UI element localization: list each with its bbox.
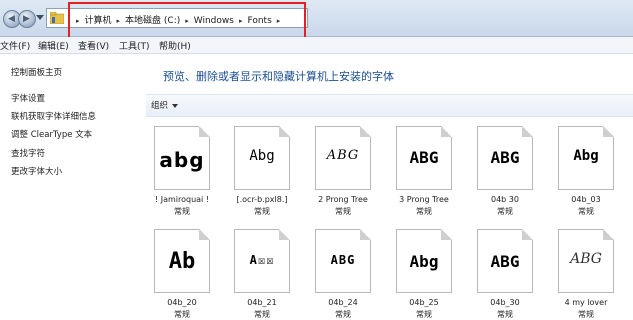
font-name: 04b_24 [328, 298, 358, 307]
font-name: 04b 30 [491, 195, 519, 204]
font-item[interactable]: ABG 3 Prong Tree 常规 [392, 126, 456, 216]
font-item[interactable]: Abg 04b_03 常规 [554, 126, 618, 216]
back-arrow-icon: ◀ [8, 14, 15, 24]
font-style: 常规 [497, 310, 513, 319]
address-bar: ◀ ▶ ▸ 计算机 ▸ 本地磁盘 (C:) ▸ Windows ▸ Fonts ▸ [0, 0, 633, 42]
menu-bar: 文件(F) 编辑(E) 查看(V) 工具(T) 帮助(H) [0, 37, 633, 54]
font-preview: Abg [249, 148, 275, 164]
main-pane: 预览、删除或者显示和隐藏计算机上安装的字体 组织 abg ! Jamiroqua… [146, 54, 633, 319]
font-preview: ABG [490, 148, 520, 167]
font-item[interactable]: ABG 04b_30 常规 [473, 229, 537, 319]
font-preview: ABG [330, 253, 356, 267]
get-font-info-online-link[interactable]: 联机获取字体详细信息 [11, 110, 96, 122]
font-preview: ABG [570, 251, 602, 267]
font-name: ! Jamiroquai ! [154, 195, 210, 204]
organize-label: 组织 [151, 101, 169, 111]
font-name: 04b_03 [571, 195, 601, 204]
menu-help[interactable]: 帮助(H) [159, 39, 191, 52]
font-name: [.ocr-b.pxl8.] [236, 195, 288, 204]
organize-button[interactable]: 组织 [151, 99, 179, 111]
font-style: 常规 [335, 310, 351, 319]
menu-edit[interactable]: 编辑(E) [38, 39, 69, 52]
control-panel-home-link[interactable]: 控制面板主页 [11, 66, 62, 78]
font-item[interactable]: Abg 04b_25 常规 [392, 229, 456, 319]
font-preview: ABG [490, 252, 520, 271]
menu-view[interactable]: 查看(V) [78, 39, 109, 52]
font-preview: Abg [573, 148, 599, 164]
font-item[interactable]: ABG 4 my lover 常规 [554, 229, 618, 319]
font-preview: Ab [168, 249, 196, 274]
font-style: 常规 [578, 310, 594, 319]
font-preview: ABG [409, 148, 439, 167]
font-preview: abg [159, 148, 205, 172]
adjust-cleartype-link[interactable]: 调整 ClearType 文本 [11, 128, 92, 140]
font-preview: Abg [409, 252, 439, 271]
forward-button[interactable]: ▶ [18, 10, 36, 28]
font-settings-link[interactable]: 字体设置 [11, 92, 45, 104]
font-name: 04b_21 [247, 298, 277, 307]
chevron-down-icon [172, 103, 179, 108]
font-preview: ABG [326, 148, 360, 163]
font-style: 常规 [416, 310, 432, 319]
font-style: 常规 [497, 207, 513, 216]
font-item[interactable]: ABG 04b_24 常规 [311, 229, 375, 319]
font-item[interactable]: abg ! Jamiroquai ! 常规 [150, 126, 214, 216]
find-character-link[interactable]: 查找字符 [11, 147, 45, 159]
font-style: 常规 [174, 207, 190, 216]
history-dropdown-icon[interactable] [36, 15, 44, 20]
font-style: 常规 [335, 207, 351, 216]
font-item[interactable]: Abg [.ocr-b.pxl8.] 常规 [230, 126, 294, 216]
font-item[interactable]: ABG 2 Prong Tree 常规 [311, 126, 375, 216]
font-preview: A☒☒ [249, 253, 275, 267]
highlight-box [68, 2, 306, 42]
font-name: 2 Prong Tree [318, 195, 368, 204]
forward-arrow-icon: ▶ [23, 14, 30, 24]
font-item[interactable]: Ab 04b_20 常规 [150, 229, 214, 319]
change-font-size-link[interactable]: 更改字体大小 [11, 165, 62, 177]
font-name: 3 Prong Tree [399, 195, 449, 204]
menu-tools[interactable]: 工具(T) [119, 39, 150, 52]
page-title: 预览、删除或者显示和隐藏计算机上安装的字体 [163, 70, 394, 83]
font-name: 4 my lover [564, 298, 608, 307]
font-style: 常规 [174, 310, 190, 319]
font-item[interactable]: ABG 04b 30 常规 [473, 126, 537, 216]
font-item[interactable]: A☒☒ 04b_21 常规 [230, 229, 294, 319]
font-style: 常规 [254, 207, 270, 216]
left-pane: 控制面板主页 字体设置 联机获取字体详细信息 调整 ClearType 文本 查… [0, 54, 146, 307]
font-style: 常规 [416, 207, 432, 216]
command-bar: 组织 [146, 94, 633, 117]
font-name: 04b_25 [409, 298, 439, 307]
font-name: 04b_30 [490, 298, 520, 307]
menu-file[interactable]: 文件(F) [0, 39, 30, 52]
folder-icon [50, 12, 64, 24]
font-name: 04b_20 [167, 298, 197, 307]
font-style: 常规 [578, 207, 594, 216]
font-style: 常规 [254, 310, 270, 319]
